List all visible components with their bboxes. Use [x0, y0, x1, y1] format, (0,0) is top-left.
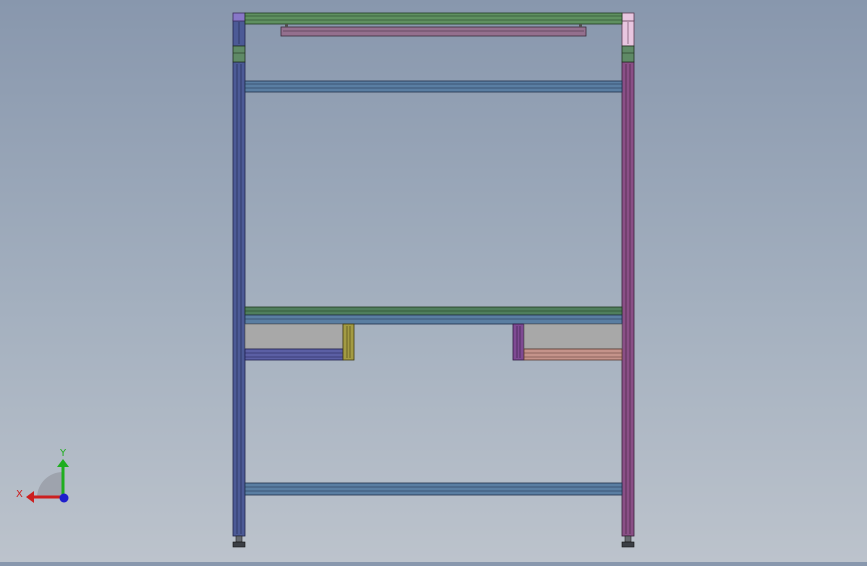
- left-top-corner-cap[interactable]: [232, 12, 246, 22]
- right-drawer-panel[interactable]: [523, 323, 623, 350]
- middle-rail-top[interactable]: [244, 306, 623, 316]
- left-drawer-panel[interactable]: [244, 323, 344, 350]
- left-top-bracket[interactable]: [232, 45, 246, 63]
- z-axis-point: [59, 493, 69, 503]
- bottom-cross-rail[interactable]: [244, 482, 623, 496]
- axis-triad: Y X: [16, 448, 69, 503]
- right-top-corner-cap[interactable]: [621, 12, 635, 22]
- right-post-top-segment[interactable]: [621, 19, 635, 47]
- right-top-bracket[interactable]: [621, 45, 635, 63]
- left-drawer-bar[interactable]: [244, 348, 344, 361]
- cad-viewport[interactable]: Y X: [0, 0, 867, 562]
- top-inner-bar[interactable]: [280, 24, 587, 37]
- triad-plane-quadrant: [37, 472, 63, 497]
- middle-rail-bottom[interactable]: [244, 314, 623, 325]
- y-axis-label: Y: [59, 448, 67, 459]
- top-rail[interactable]: [244, 12, 623, 25]
- right-drawer-bar[interactable]: [523, 348, 623, 361]
- right-post[interactable]: [621, 61, 635, 537]
- left-leveling-foot[interactable]: [232, 535, 246, 548]
- frame-drawing: Y X: [16, 12, 635, 548]
- left-post[interactable]: [232, 61, 246, 537]
- left-post-top-segment[interactable]: [232, 19, 246, 47]
- left-drawer-post[interactable]: [342, 323, 355, 361]
- y-axis-arrowhead: [57, 459, 69, 467]
- right-drawer-post[interactable]: [512, 323, 525, 361]
- x-axis-label: X: [16, 489, 23, 500]
- x-axis-arrowhead: [26, 491, 34, 503]
- upper-cross-rail[interactable]: [244, 80, 623, 93]
- right-leveling-foot[interactable]: [621, 535, 635, 548]
